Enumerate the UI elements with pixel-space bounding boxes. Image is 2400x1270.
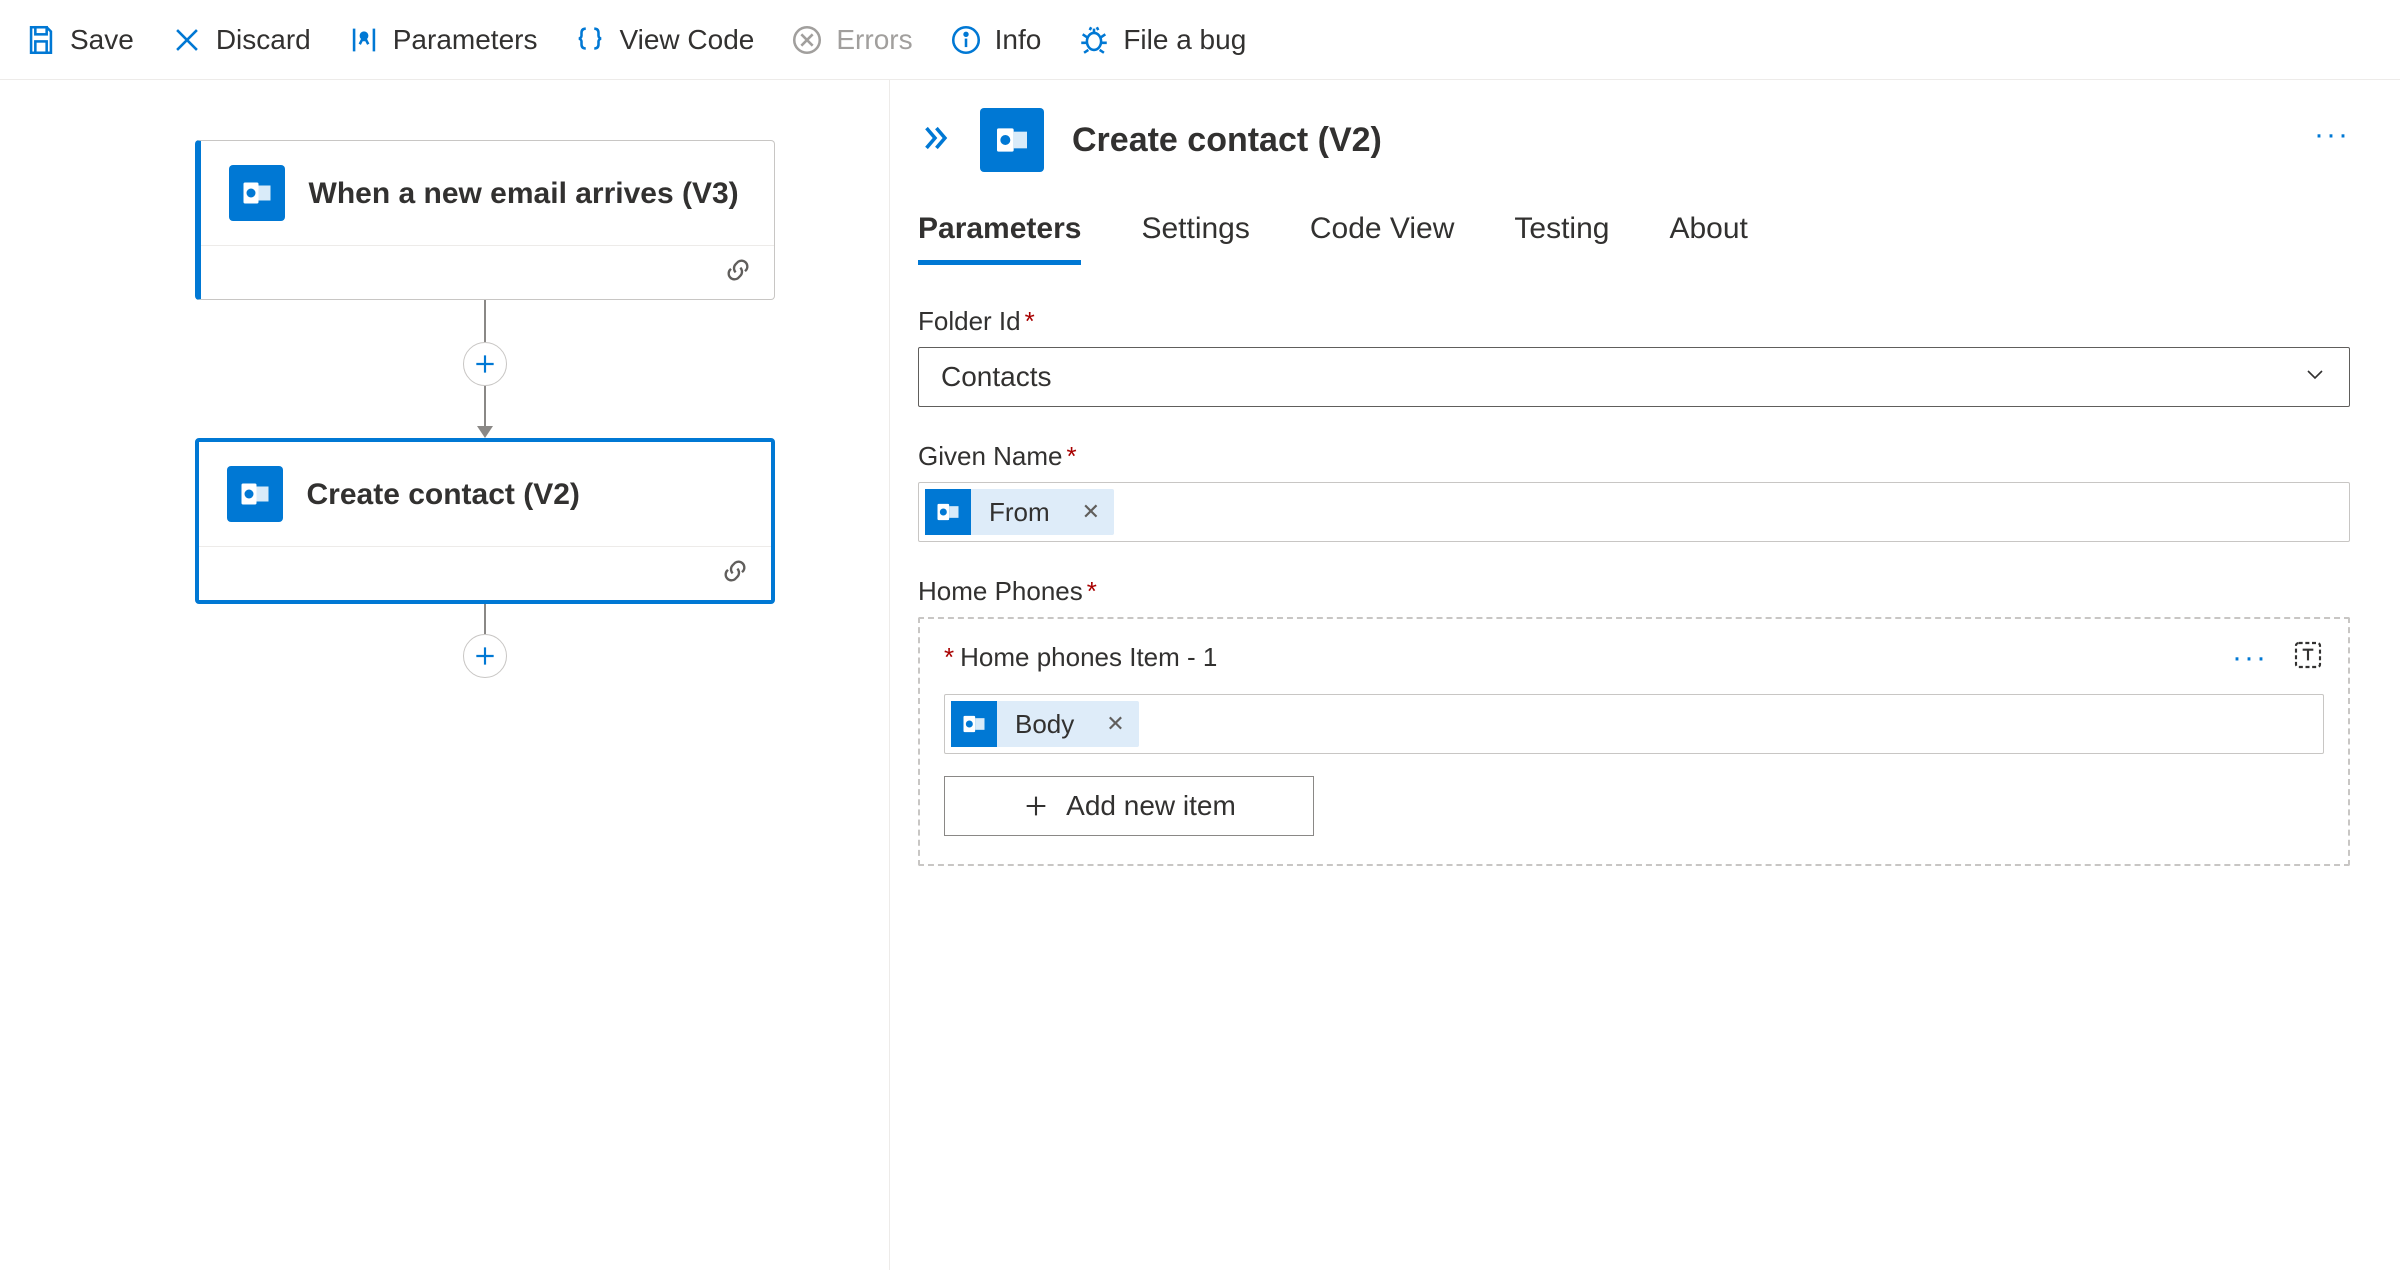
array-item-title: *Home phones Item - 1: [944, 642, 1217, 673]
required-icon: *: [1067, 441, 1077, 471]
action-card-head: Create contact (V2): [199, 442, 771, 546]
home-phones-array: *Home phones Item - 1 ··· Body: [918, 617, 2350, 866]
folder-id-label: Folder Id*: [918, 306, 2350, 337]
required-icon: *: [1025, 306, 1035, 336]
token-body[interactable]: Body ✕: [951, 701, 1139, 747]
home-phones-item-input[interactable]: Body ✕: [944, 694, 2324, 754]
collapse-panel-button[interactable]: [918, 121, 952, 160]
array-item-header: *Home phones Item - 1 ···: [944, 639, 2324, 676]
outlook-icon: [229, 165, 285, 221]
close-icon: [170, 23, 204, 57]
add-new-item-button[interactable]: Add new item: [944, 776, 1314, 836]
tab-about[interactable]: About: [1669, 212, 1747, 265]
connector-line-top: [484, 300, 486, 342]
add-new-item-label: Add new item: [1066, 790, 1236, 822]
connector-line: [484, 604, 486, 634]
trigger-card-footer: [201, 245, 774, 299]
view-code-label: View Code: [619, 24, 754, 56]
bug-icon: [1077, 23, 1111, 57]
outlook-icon: [980, 108, 1044, 172]
info-icon: [949, 23, 983, 57]
token-remove-button[interactable]: ✕: [1092, 711, 1138, 737]
discard-label: Discard: [216, 24, 311, 56]
tab-settings[interactable]: Settings: [1141, 212, 1249, 265]
token-from-label: From: [971, 497, 1068, 528]
field-folder-id: Folder Id* Contacts: [918, 306, 2350, 407]
errors-button: Errors: [790, 23, 912, 57]
error-icon: [790, 23, 824, 57]
connection-icon[interactable]: [721, 557, 749, 590]
array-item-title-text: Home phones Item - 1: [960, 642, 1217, 672]
folder-id-select[interactable]: Contacts: [918, 347, 2350, 407]
info-label: Info: [995, 24, 1042, 56]
parameters-button[interactable]: Parameters: [347, 23, 538, 57]
info-button[interactable]: Info: [949, 23, 1042, 57]
main-layout: When a new email arrives (V3): [0, 80, 2400, 1270]
action-card-footer: [199, 546, 771, 600]
action-card[interactable]: Create contact (V2): [195, 438, 775, 604]
token-body-label: Body: [997, 709, 1092, 740]
add-step-button-end[interactable]: [463, 634, 507, 678]
action-panel: ··· Create contact (V2) Parameters Setti…: [890, 80, 2400, 1270]
trigger-card-head: When a new email arrives (V3): [201, 141, 774, 245]
home-phones-label-text: Home Phones: [918, 576, 1083, 606]
outlook-icon: [925, 489, 971, 535]
outlook-icon: [951, 701, 997, 747]
tab-code-view[interactable]: Code View: [1310, 212, 1455, 265]
array-item-more-button[interactable]: ···: [2232, 641, 2268, 675]
file-bug-button[interactable]: File a bug: [1077, 23, 1246, 57]
save-label: Save: [70, 24, 134, 56]
folder-id-label-text: Folder Id: [918, 306, 1021, 336]
given-name-input[interactable]: From ✕: [918, 482, 2350, 542]
trigger-card-title: When a new email arrives (V3): [309, 174, 739, 213]
flow-canvas[interactable]: When a new email arrives (V3): [0, 80, 890, 1270]
given-name-label: Given Name*: [918, 441, 2350, 472]
outlook-icon: [227, 466, 283, 522]
field-home-phones: Home Phones* *Home phones Item - 1 ···: [918, 576, 2350, 866]
tab-testing[interactable]: Testing: [1514, 212, 1609, 265]
tab-parameters[interactable]: Parameters: [918, 212, 1081, 265]
flow-column: When a new email arrives (V3): [0, 140, 889, 678]
home-phones-label: Home Phones*: [918, 576, 2350, 607]
arrow-down-icon: [477, 426, 493, 438]
folder-id-value: Contacts: [941, 361, 1052, 393]
save-button[interactable]: Save: [24, 23, 134, 57]
field-given-name: Given Name* From ✕: [918, 441, 2350, 542]
view-code-button[interactable]: View Code: [573, 23, 754, 57]
trigger-card[interactable]: When a new email arrives (V3): [195, 140, 775, 300]
array-item-actions: ···: [2232, 639, 2324, 676]
required-icon: *: [944, 642, 954, 672]
connector: [463, 300, 507, 438]
braces-icon: [573, 23, 607, 57]
connector-end: [463, 604, 507, 678]
add-step-button[interactable]: [463, 342, 507, 386]
required-icon: *: [1087, 576, 1097, 606]
token-from[interactable]: From ✕: [925, 489, 1114, 535]
errors-label: Errors: [836, 24, 912, 56]
panel-more-button[interactable]: ···: [2314, 118, 2350, 152]
save-icon: [24, 23, 58, 57]
chevron-down-icon: [2303, 361, 2327, 393]
switch-to-text-mode-button[interactable]: [2292, 639, 2324, 676]
toolbar: Save Discard Parameters View Code Errors…: [0, 0, 2400, 80]
token-remove-button[interactable]: ✕: [1068, 499, 1114, 525]
connection-icon[interactable]: [724, 256, 752, 289]
panel-title: Create contact (V2): [1072, 121, 1382, 160]
parameters-icon: [347, 23, 381, 57]
parameters-label: Parameters: [393, 24, 538, 56]
panel-header: Create contact (V2): [918, 108, 2350, 172]
given-name-label-text: Given Name: [918, 441, 1063, 471]
discard-button[interactable]: Discard: [170, 23, 311, 57]
file-bug-label: File a bug: [1123, 24, 1246, 56]
panel-tabs: Parameters Settings Code View Testing Ab…: [918, 212, 2350, 266]
action-card-title: Create contact (V2): [307, 475, 580, 514]
connector-line-bottom: [484, 386, 486, 428]
